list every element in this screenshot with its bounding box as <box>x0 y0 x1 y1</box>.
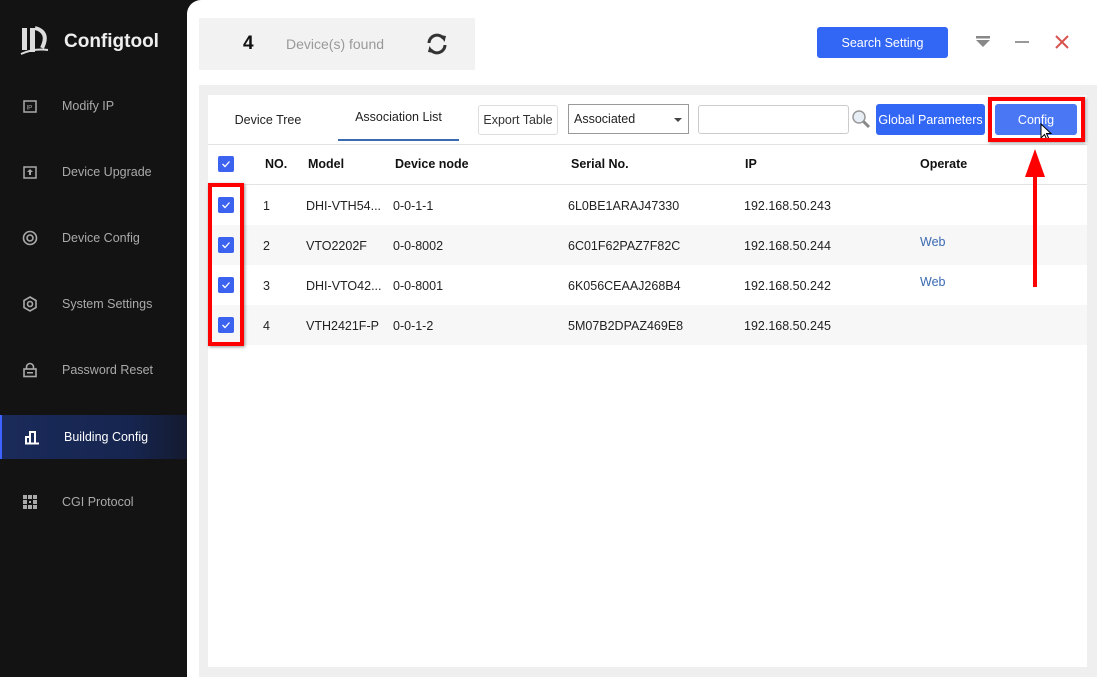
sidebar-item-system-settings[interactable]: System Settings <box>0 282 187 326</box>
cell-ip: 192.168.50.245 <box>744 319 831 333</box>
cell-no: 3 <box>263 279 270 293</box>
cell-serial: 6L0BE1ARAJ47330 <box>568 199 680 213</box>
cell-no: 4 <box>263 319 270 333</box>
cell-no: 2 <box>263 239 270 253</box>
sidebar-item-modify-ip[interactable]: IP Modify IP <box>0 84 187 128</box>
building-icon <box>24 429 40 445</box>
cell-node: 0-0-8002 <box>393 239 444 253</box>
web-link[interactable]: Web <box>920 275 945 289</box>
cell-serial: 6K056CEAAJ268B4 <box>568 279 681 293</box>
check-icon <box>222 161 230 168</box>
search-input[interactable] <box>698 105 849 134</box>
device-count-label: Device(s) found <box>286 36 385 52</box>
sidebar-item-label: Device Upgrade <box>62 165 152 179</box>
sidebar-item-label: Password Reset <box>62 363 154 377</box>
column-header-serial: Serial No. <box>571 157 629 171</box>
cell-ip: 192.168.50.244 <box>744 239 831 253</box>
table-row[interactable]: 2 VTO2202F 0-0-8002 6C01F62PAZ7F82C 192.168.… <box>208 225 1087 265</box>
sidebar-item-device-config[interactable]: Device Config <box>0 216 187 260</box>
app-logo: Configtool <box>20 26 159 58</box>
global-parameters-button[interactable]: Global Parameters <box>876 104 985 135</box>
device-count-box: 4 Device(s) found <box>199 18 475 70</box>
dropdown-menu-icon[interactable] <box>975 34 991 50</box>
cell-node: 0-0-8001 <box>393 279 444 293</box>
column-header-operate: Operate <box>920 157 968 171</box>
refresh-icon[interactable] <box>425 32 449 56</box>
hexagon-gear-icon <box>22 296 38 312</box>
cell-serial: 6C01F62PAZ7F82C <box>568 239 681 253</box>
column-header-no: NO. <box>265 157 288 171</box>
app-name: Configtool <box>64 31 159 52</box>
cell-node: 0-0-1-2 <box>393 319 434 333</box>
sidebar-item-label: Modify IP <box>62 99 115 113</box>
sidebar-item-label: CGI Protocol <box>62 495 134 509</box>
table-row[interactable]: 3 DHI-VTO42... 0-0-8001 6K056CEAAJ268B4 192.… <box>208 265 1087 305</box>
cell-ip: 192.168.50.242 <box>744 279 831 293</box>
content-panel: Device Tree Association List Export Tabl… <box>199 85 1097 677</box>
export-table-button[interactable]: Export Table <box>478 105 558 135</box>
association-filter-select[interactable]: Associated <box>568 104 689 134</box>
sidebar-item-label: Building Config <box>64 430 149 444</box>
filter-value: Associated <box>574 112 636 126</box>
select-all-checkbox[interactable] <box>218 156 234 172</box>
chevron-down-icon <box>674 118 682 122</box>
sidebar-item-label: Device Config <box>62 231 140 245</box>
grid-icon <box>22 494 38 510</box>
cell-node: 0-0-1-1 <box>393 199 434 213</box>
sidebar-item-device-upgrade[interactable]: Device Upgrade <box>0 150 187 194</box>
sidebar-item-cgi-protocol[interactable]: CGI Protocol <box>0 480 187 524</box>
sidebar-item-building-config[interactable]: Building Config <box>0 415 187 459</box>
logo-icon <box>20 26 49 55</box>
search-icon[interactable] <box>851 109 871 129</box>
sidebar: Configtool IP Modify IP Device Upgrade De… <box>0 0 187 677</box>
association-panel: Device Tree Association List Export Tabl… <box>208 95 1087 667</box>
column-header-model: Model <box>308 157 345 171</box>
device-count: 4 <box>243 33 254 54</box>
ip-icon: IP <box>22 98 38 114</box>
cell-model: DHI-VTH54... <box>306 199 382 213</box>
search-setting-button[interactable]: Search Setting <box>817 27 948 58</box>
svg-text:IP: IP <box>27 105 33 111</box>
column-header-ip: IP <box>745 157 757 171</box>
close-icon[interactable] <box>1054 34 1070 50</box>
tab-association-list[interactable]: Association List <box>338 95 459 141</box>
web-link[interactable]: Web <box>920 235 945 249</box>
cell-model: VTH2421F-P <box>306 319 379 333</box>
table-row[interactable]: 4 VTH2421F-P 0-0-1-2 5M07B2DPAZ469E8 192.168… <box>208 305 1087 345</box>
divider <box>208 144 1087 145</box>
cell-model: VTO2202F <box>306 239 367 253</box>
sidebar-item-password-reset[interactable]: Password Reset <box>0 348 187 392</box>
table-row[interactable]: 1 DHI-VTH54... 0-0-1-1 6L0BE1ARAJ47330 192.1… <box>208 185 1087 225</box>
tab-device-tree[interactable]: Device Tree <box>208 95 328 145</box>
annotation-config-highlight <box>988 97 1085 142</box>
lock-icon <box>22 362 38 378</box>
cell-no: 1 <box>263 199 270 213</box>
column-header-device-node: Device node <box>395 157 469 171</box>
upload-icon <box>22 164 38 180</box>
main-area: 4 Device(s) found Search Setting Device … <box>187 0 1097 677</box>
sidebar-item-label: System Settings <box>62 297 153 311</box>
cell-serial: 5M07B2DPAZ469E8 <box>568 319 684 333</box>
target-icon <box>22 230 38 246</box>
minimize-icon[interactable] <box>1014 34 1030 50</box>
cell-ip: 192.168.50.243 <box>744 199 831 213</box>
cell-model: DHI-VTO42... <box>306 279 382 293</box>
annotation-arrow-icon <box>1025 149 1045 287</box>
annotation-checkbox-highlight <box>208 183 244 346</box>
